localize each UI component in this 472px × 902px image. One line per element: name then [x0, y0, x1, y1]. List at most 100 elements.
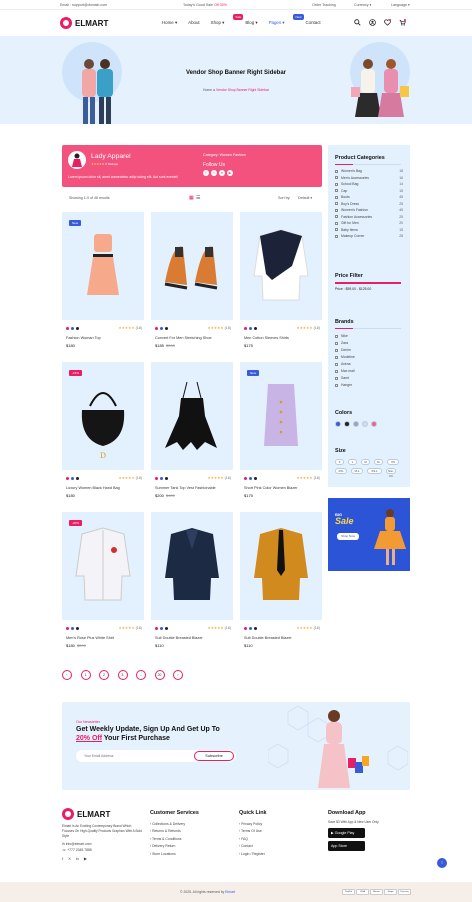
- search-icon[interactable]: [354, 19, 361, 26]
- footer-logo[interactable]: ELMART: [62, 808, 142, 820]
- linkedin-icon[interactable]: in: [76, 856, 79, 861]
- footer-email[interactable]: ✉ info@elmart.com: [62, 842, 142, 846]
- category-item[interactable]: School Bag 14: [335, 182, 403, 186]
- category-checkbox[interactable]: [335, 228, 338, 231]
- product-name[interactable]: Suit Double Breasted Blazer: [244, 636, 292, 640]
- color-filter-swatch[interactable]: [344, 421, 350, 427]
- pagination-item[interactable]: ‹: [62, 670, 72, 680]
- nav-contact[interactable]: Contact: [306, 20, 321, 26]
- footer-link[interactable]: › Contact: [239, 844, 319, 848]
- instagram-icon[interactable]: ●: [219, 170, 225, 176]
- breadcrumb-home[interactable]: Home: [203, 88, 212, 92]
- color-filter-swatch[interactable]: [362, 421, 368, 427]
- category-checkbox[interactable]: [335, 195, 338, 199]
- product-image[interactable]: D: [62, 362, 144, 470]
- category-checkbox[interactable]: [335, 202, 338, 205]
- order-tracking-link[interactable]: Order Tracking: [312, 3, 336, 7]
- category-checkbox[interactable]: [335, 169, 338, 173]
- color-swatch[interactable]: [76, 327, 79, 330]
- nav-pages[interactable]: Pages ▾New: [269, 14, 304, 26]
- color-swatch[interactable]: [254, 477, 257, 480]
- pagination-item[interactable]: 1: [80, 670, 91, 680]
- category-checkbox[interactable]: [335, 208, 338, 212]
- currency-select[interactable]: Currency ▾: [354, 3, 371, 7]
- color-swatch[interactable]: [160, 477, 163, 480]
- color-swatch[interactable]: [249, 477, 252, 480]
- brand-item[interactable]: Avena: [335, 362, 403, 366]
- size-chip[interactable]: Non-Fit: [386, 468, 396, 478]
- nav-shop[interactable]: Shop ▾Sale: [211, 14, 244, 26]
- brand-item[interactable]: Denim: [335, 348, 403, 352]
- brand-item[interactable]: Nike: [335, 334, 403, 338]
- product-name[interactable]: Short Pink Color Women Blazer: [244, 486, 298, 490]
- product-card[interactable]: ★★★★★ (18) Summer Tank Top Vest Fashionab…: [151, 362, 233, 506]
- logo[interactable]: ELMART: [60, 15, 118, 31]
- product-name[interactable]: Luxury Women Black Hand Bag: [66, 486, 120, 490]
- product-card[interactable]: ★★★★★ (18) Suit Double Breasted Blazer $11…: [151, 512, 233, 656]
- sidebar-promo[interactable]: BIG Sale Shop Now: [328, 498, 410, 571]
- color-swatch[interactable]: [71, 477, 74, 480]
- product-image[interactable]: [62, 212, 144, 320]
- product-name[interactable]: Convert For Men Stretching Shoe: [155, 336, 212, 340]
- facebook-icon[interactable]: f: [62, 856, 63, 861]
- nav-home[interactable]: Home ▾: [162, 20, 177, 26]
- category-item[interactable]: Makeup Corner 28: [335, 234, 403, 238]
- color-swatch[interactable]: [165, 627, 168, 630]
- size-chip[interactable]: M: [361, 459, 370, 465]
- size-chip[interactable]: XS: [387, 459, 399, 465]
- brand-checkbox[interactable]: [335, 383, 338, 387]
- brand-checkbox[interactable]: [335, 376, 338, 380]
- brand-checkbox[interactable]: [335, 355, 338, 359]
- app-store-button[interactable]: App Store: [328, 841, 365, 851]
- footer-phone[interactable]: ☏ +777 2345 7885: [62, 848, 142, 852]
- product-image[interactable]: [240, 212, 322, 320]
- category-item[interactable]: Cap 15: [335, 189, 403, 193]
- brand-item[interactable]: Samt: [335, 376, 403, 380]
- brand-checkbox[interactable]: [335, 348, 338, 352]
- pagination-item[interactable]: ›: [173, 670, 183, 680]
- category-item[interactable]: Fashion Accessories 25: [335, 215, 403, 219]
- sort-select[interactable]: Default ▾: [298, 196, 312, 200]
- footer-link[interactable]: › Terms Of Use: [239, 829, 319, 833]
- color-swatch[interactable]: [249, 627, 252, 630]
- product-card[interactable]: ★★★★★ (18) Men Cotton Sleeves Shirts $175: [240, 212, 322, 356]
- product-card[interactable]: ★★★★★ (18) Convert For Men Stretching Sho…: [151, 212, 233, 356]
- size-chip[interactable]: L: [348, 459, 357, 465]
- grid-view-icon[interactable]: ▦: [189, 195, 194, 201]
- product-image[interactable]: [151, 512, 233, 620]
- category-item[interactable]: Baby Items 15: [335, 228, 403, 232]
- user-icon[interactable]: [369, 19, 376, 26]
- product-card[interactable]: New ★★★★★ (18) Short Pink Color Women Blaz…: [240, 362, 322, 506]
- scroll-top-button[interactable]: ↑: [437, 858, 447, 868]
- color-filter-swatch[interactable]: [371, 421, 377, 427]
- color-swatch[interactable]: [76, 477, 79, 480]
- color-swatch[interactable]: [155, 627, 158, 630]
- category-checkbox[interactable]: [335, 182, 338, 186]
- brand-item[interactable]: Zara: [335, 341, 403, 345]
- color-filter-swatch[interactable]: [335, 421, 341, 427]
- brand-item[interactable]: Modeline: [335, 355, 403, 359]
- color-swatch[interactable]: [160, 627, 163, 630]
- color-swatch[interactable]: [244, 627, 247, 630]
- product-card[interactable]: ★★★★★ (18) Suit Double Breasted Blazer $11…: [240, 512, 322, 656]
- product-name[interactable]: Men Cotton Sleeves Shirts: [244, 336, 289, 340]
- size-chip[interactable]: XL: [374, 459, 383, 465]
- list-view-icon[interactable]: ☰: [196, 195, 200, 201]
- nav-blog[interactable]: Blog ▾: [245, 20, 257, 26]
- newsletter-email-field[interactable]: Subscribe: [76, 750, 236, 762]
- pagination-item[interactable]: 20: [154, 670, 165, 680]
- pagination-item[interactable]: 3: [117, 670, 128, 680]
- category-item[interactable]: Women's Bag 18: [335, 169, 403, 173]
- product-image[interactable]: [240, 362, 322, 470]
- subscribe-button[interactable]: Subscribe: [194, 751, 234, 761]
- footer-link[interactable]: › Store Locations: [150, 852, 230, 856]
- price-slider[interactable]: [335, 282, 401, 284]
- category-item[interactable]: Gift for Men 20: [335, 221, 403, 225]
- brand-item[interactable]: Max mall: [335, 369, 403, 373]
- color-swatch[interactable]: [244, 327, 247, 330]
- product-image[interactable]: [62, 512, 144, 620]
- twitter-icon[interactable]: X: [68, 856, 71, 861]
- category-checkbox[interactable]: [335, 215, 338, 218]
- footer-link[interactable]: › Returns & Refunds: [150, 829, 230, 833]
- category-checkbox[interactable]: [335, 189, 338, 192]
